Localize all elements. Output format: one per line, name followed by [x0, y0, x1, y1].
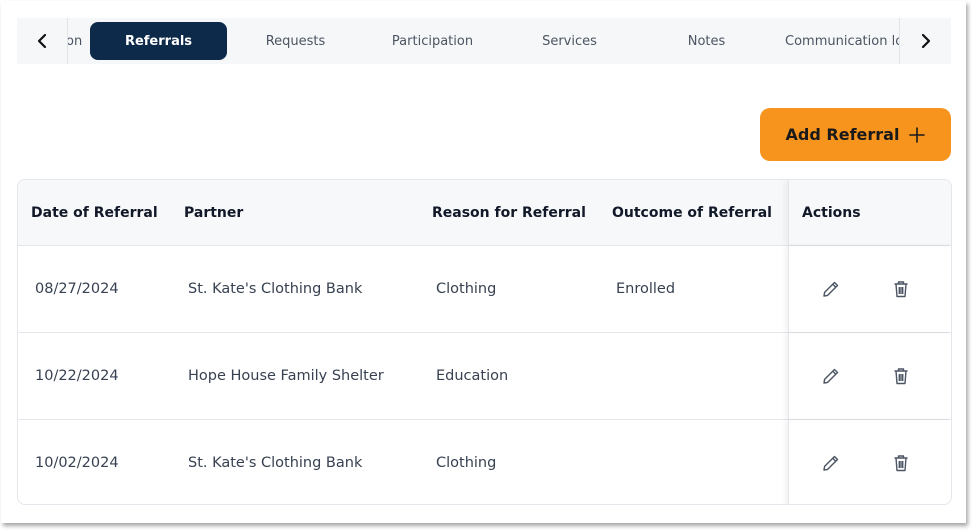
actions-cell [788, 333, 951, 419]
table-header: Date of Referral Partner Reason for Refe… [18, 180, 951, 246]
trash-icon [894, 281, 908, 298]
cell-partner: St. Kate's Clothing Bank [188, 455, 363, 471]
delete-button[interactable] [889, 451, 913, 475]
tab-partial[interactable]: on [68, 22, 86, 60]
add-referral-button[interactable]: Add Referral [760, 108, 951, 161]
table-row: 10/22/2024 Hope House Family Shelter Edu… [18, 333, 951, 420]
actions-cell [788, 420, 951, 504]
tab-services[interactable]: Services [501, 22, 638, 60]
table-row: 10/02/2024 St. Kate's Clothing Bank Clot… [18, 420, 951, 504]
edit-button[interactable] [819, 364, 843, 388]
cell-partner: St. Kate's Clothing Bank [188, 281, 363, 297]
tab-label: Participation [391, 33, 474, 49]
cell-outcome: Enrolled [616, 281, 676, 297]
actions-header-cell: Actions [788, 180, 951, 245]
tab-notes[interactable]: Notes [638, 22, 775, 60]
pencil-icon [823, 281, 839, 297]
delete-button[interactable] [889, 277, 913, 301]
actions-cell [788, 246, 951, 332]
tab-label: Referrals [124, 33, 193, 49]
tab-participation[interactable]: Participation [364, 22, 501, 60]
trash-icon [894, 368, 908, 385]
trash-icon [894, 455, 908, 472]
edit-button[interactable] [819, 451, 843, 475]
referrals-panel: on Referrals Requests Participation Serv… [1, 1, 966, 523]
column-header-date[interactable]: Date of Referral [31, 180, 158, 245]
chevron-left-icon [37, 33, 47, 49]
cell-date: 10/02/2024 [35, 455, 119, 471]
column-header-actions: Actions [802, 204, 861, 221]
cell-partner: Hope House Family Shelter [188, 368, 384, 384]
column-header-reason[interactable]: Reason for Referral [432, 180, 586, 245]
tab-communication-log[interactable]: Communication log [785, 22, 900, 60]
tab-requests[interactable]: Requests [227, 22, 364, 60]
tab-label: on [68, 33, 83, 49]
tab-referrals[interactable]: Referrals [90, 22, 227, 60]
cell-reason: Clothing [436, 455, 497, 471]
cell-date: 08/27/2024 [35, 281, 119, 297]
tabs-prev-button[interactable] [17, 18, 68, 64]
cell-reason: Education [436, 368, 509, 384]
column-header-outcome[interactable]: Outcome of Referral [612, 180, 772, 245]
pencil-icon [823, 368, 839, 384]
add-referral-label: Add Referral [785, 125, 900, 144]
delete-button[interactable] [889, 364, 913, 388]
cell-date: 10/22/2024 [35, 368, 119, 384]
tabs-next-button[interactable] [899, 18, 951, 64]
edit-button[interactable] [819, 277, 843, 301]
plus-icon [909, 126, 926, 143]
tab-bar: on Referrals Requests Participation Serv… [17, 18, 951, 64]
tab-label: Services [542, 33, 597, 49]
referrals-table: Date of Referral Partner Reason for Refe… [17, 179, 952, 505]
tabs-viewport: on Referrals Requests Participation Serv… [68, 18, 900, 64]
table-row: 08/27/2024 St. Kate's Clothing Bank Clot… [18, 246, 951, 333]
pencil-icon [823, 455, 839, 471]
tab-label: Communication log [785, 33, 900, 49]
column-header-partner[interactable]: Partner [184, 180, 243, 245]
tab-label: Notes [687, 33, 726, 49]
tab-label: Requests [265, 33, 326, 49]
chevron-right-icon [921, 33, 930, 49]
cell-reason: Clothing [436, 281, 497, 297]
